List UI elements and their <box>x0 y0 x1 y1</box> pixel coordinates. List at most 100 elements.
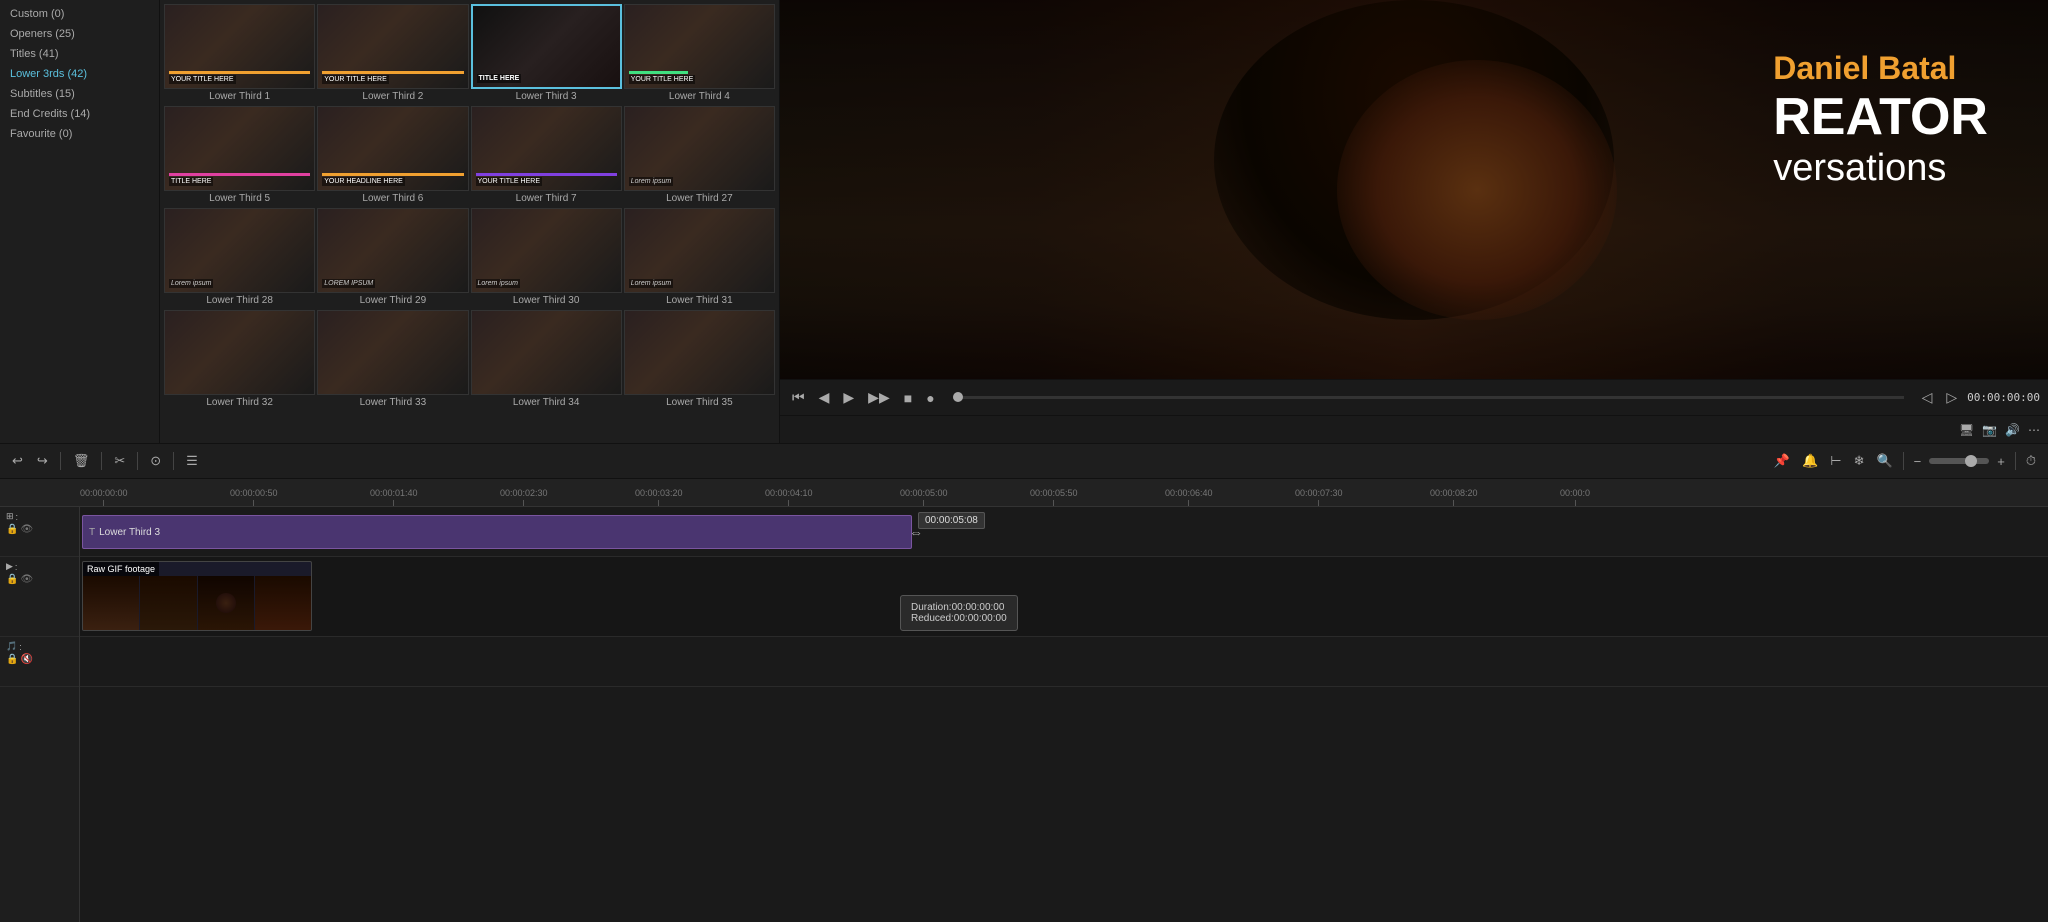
template-item-7[interactable]: YOUR TITLE HERE Lower Third 7 <box>471 106 622 206</box>
history-button[interactable]: ⊙ <box>146 451 165 471</box>
track-audio-mute[interactable]: 🔇 <box>20 654 32 665</box>
template-item-34[interactable]: Lower Third 34 <box>471 310 622 410</box>
progress-thumb[interactable] <box>953 392 963 402</box>
loop-button[interactable]: ● <box>922 388 938 408</box>
cut-button[interactable]: ✂ <box>110 451 129 471</box>
preview-subtitle: versations <box>1773 147 1988 190</box>
sidebar-item-openers[interactable]: Openers (25) <box>0 24 159 44</box>
template-item-30[interactable]: Lorem ipsum Lower Third 30 <box>471 208 622 308</box>
template-grid: YOUR TITLE HERE Lower Third 1 YOUR TITLE… <box>160 0 779 414</box>
template-thumb-4: YOUR TITLE HERE <box>624 4 775 89</box>
ruler-mark-7: 00:00:05:50 <box>1030 488 1078 506</box>
redo-button[interactable]: ↪ <box>33 451 52 471</box>
sidebar-item-custom[interactable]: Custom (0) <box>0 4 159 24</box>
progress-bar[interactable] <box>953 396 1904 399</box>
preview-person-name: Daniel Batal <box>1773 50 1988 87</box>
rewind-to-start-button[interactable]: ⏮ <box>788 387 809 408</box>
ruler-mark-0: 00:00:00:00 <box>80 488 128 506</box>
track-video-eye[interactable]: 👁 <box>20 574 33 585</box>
template-thumb-33 <box>317 310 468 395</box>
ruler-mark-9: 00:00:07:30 <box>1295 488 1343 506</box>
freeze-button[interactable]: ❄ <box>1850 451 1869 471</box>
track-eye-button[interactable]: 👁 <box>20 524 33 535</box>
track-overlay-num: : <box>16 512 19 522</box>
sidebar-item-subtitles[interactable]: Subtitles (15) <box>0 84 159 104</box>
settings-btn[interactable]: ⋯ <box>2028 423 2040 437</box>
preview-title: REATOR <box>1773 87 1988 147</box>
zoom-plus[interactable]: + <box>1993 452 2009 471</box>
zoom-button[interactable]: 🔍 <box>1872 451 1896 471</box>
template-item-35[interactable]: Lower Third 35 <box>624 310 775 410</box>
tooltip-duration: Duration:00:00:00:00 <box>911 602 1007 613</box>
play-button[interactable]: ▶ <box>839 387 858 408</box>
zoom-minus[interactable]: − <box>1910 452 1926 471</box>
template-item-5[interactable]: TITLE HERE Lower Third 5 <box>164 106 315 206</box>
timeline-ruler: 00:00:00:00 00:00:00:50 00:00:01:40 00:0… <box>0 479 2048 507</box>
template-item-28[interactable]: Lorem ipsum Lower Third 28 <box>164 208 315 308</box>
video-frame-3 <box>198 576 254 630</box>
undo-button[interactable]: ↩ <box>8 451 27 471</box>
template-item-32[interactable]: Lower Third 32 <box>164 310 315 410</box>
template-item-27[interactable]: Lorem ipsum Lower Third 27 <box>624 106 775 206</box>
properties-button[interactable]: ☰ <box>182 451 202 471</box>
preview-toolbar: 🖥 📷 🔊 ⋯ <box>780 415 2048 443</box>
mark-out-button[interactable]: ▷ <box>1942 387 1961 408</box>
template-item-1[interactable]: YOUR TITLE HERE Lower Third 1 <box>164 4 315 104</box>
ruler-mark-1: 00:00:00:50 <box>230 488 278 506</box>
step-forward-button[interactable]: ▶▶ <box>864 387 894 408</box>
template-thumb-3: TITLE HERE <box>471 4 622 89</box>
zoom-slider[interactable] <box>1929 458 1989 464</box>
template-item-4[interactable]: YOUR TITLE HERE Lower Third 4 <box>624 4 775 104</box>
sidebar-item-endcredits[interactable]: End Credits (14) <box>0 104 159 124</box>
toolbar-separator-1 <box>60 452 61 470</box>
ruler-mark-4: 00:00:03:20 <box>635 488 683 506</box>
monitor-btn[interactable]: 🖥 <box>1959 423 1974 437</box>
template-item-29[interactable]: LOREM IPSUM Lower Third 29 <box>317 208 468 308</box>
screenshot-btn[interactable]: 📷 <box>1982 423 1997 437</box>
step-back-button[interactable]: ◀ <box>815 387 834 408</box>
sidebar-item-favourite[interactable]: Favourite (0) <box>0 124 159 144</box>
clock-button[interactable]: ⏱ <box>2022 451 2040 471</box>
stop-button[interactable]: ■ <box>900 388 916 408</box>
track-audio-lock[interactable]: 🔒 <box>6 654 18 665</box>
preview-area: Daniel Batal REATOR versations ⏮ ◀ ▶ ▶▶ … <box>780 0 2048 443</box>
track-video-lock[interactable]: 🔒 <box>6 574 18 585</box>
track-label-audio: 🎵 : 🔒 🔇 <box>0 637 79 687</box>
ruler-mark-3: 00:00:02:30 <box>500 488 548 506</box>
split-button[interactable]: ⊢ <box>1826 451 1845 471</box>
template-item-2[interactable]: YOUR TITLE HERE Lower Third 2 <box>317 4 468 104</box>
track-label-overlay: ⊞ : 🔒 👁 <box>0 507 79 557</box>
toolbar-right-btns: 📌 🔔 ⊢ ❄ 🔍 − + ⏱ <box>1770 451 2040 471</box>
video-clip[interactable]: Raw GIF footage <box>82 561 312 631</box>
delete-button[interactable]: 🗑 <box>69 451 94 471</box>
timeline-tracks: T Lower Third 3 00:00:05:08 ⇔ Raw GIF fo… <box>80 507 2048 922</box>
snap-button[interactable]: 📌 <box>1770 451 1794 471</box>
marker-button[interactable]: 🔔 <box>1798 451 1822 471</box>
toolbar-separator-6 <box>2015 452 2016 470</box>
ruler-mark-8: 00:00:06:40 <box>1165 488 1213 506</box>
template-thumb-34 <box>471 310 622 395</box>
toolbar-separator-2 <box>101 452 102 470</box>
template-item-3[interactable]: TITLE HERE Lower Third 3 <box>471 4 622 104</box>
lower-third-clip[interactable]: T Lower Third 3 <box>82 515 912 549</box>
clip-resize-handle[interactable]: ⇔ <box>910 515 922 549</box>
mark-in-button[interactable]: ◁ <box>1918 387 1937 408</box>
volume-btn[interactable]: 🔊 <box>2005 423 2020 437</box>
timeline-track-labels: ⊞ : 🔒 👁 ▶ : 🔒 � <box>0 507 80 922</box>
template-thumb-32 <box>164 310 315 395</box>
sidebar-item-lower3rds[interactable]: Lower 3rds (42) <box>0 64 159 84</box>
preview-face: Daniel Batal REATOR versations <box>780 0 2048 379</box>
zoom-slider-thumb[interactable] <box>1965 455 1977 467</box>
template-thumb-7: YOUR TITLE HERE <box>471 106 622 191</box>
template-item-31[interactable]: Lorem ipsum Lower Third 31 <box>624 208 775 308</box>
video-frame-1 <box>83 576 139 630</box>
timeline-body: ⊞ : 🔒 👁 ▶ : 🔒 � <box>0 507 2048 922</box>
template-item-33[interactable]: Lower Third 33 <box>317 310 468 410</box>
track-lock-button[interactable]: 🔒 <box>6 524 18 535</box>
video-frame-2 <box>140 576 196 630</box>
timecode-display: 00:00:00:00 <box>1967 391 2040 404</box>
template-grid-area: YOUR TITLE HERE Lower Third 1 YOUR TITLE… <box>160 0 780 443</box>
track-audio-num: : <box>19 642 22 652</box>
template-item-6[interactable]: YOUR HEADLINE HERE Lower Third 6 <box>317 106 468 206</box>
sidebar-item-titles[interactable]: Titles (41) <box>0 44 159 64</box>
